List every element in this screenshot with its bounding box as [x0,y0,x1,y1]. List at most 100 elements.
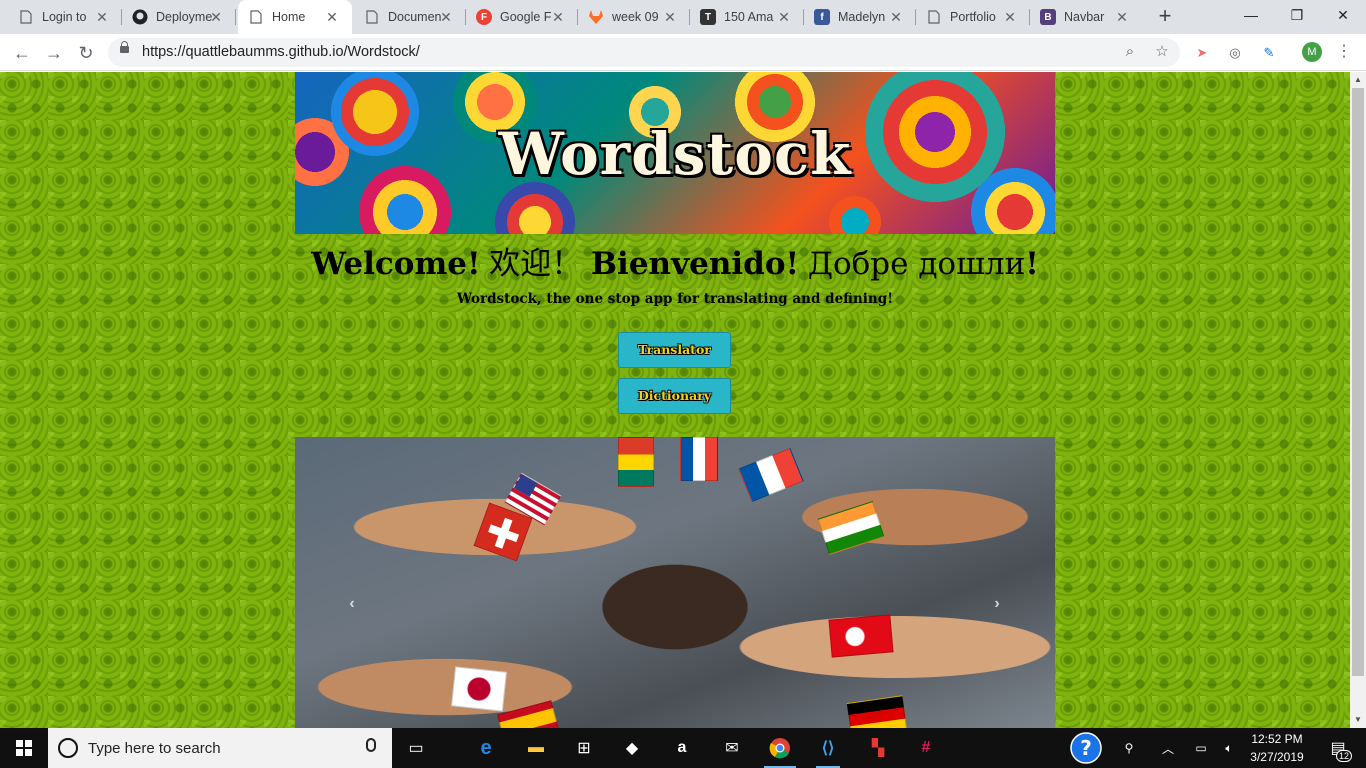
close-tab-icon[interactable]: ✕ [662,9,678,25]
t-icon: T [700,9,716,25]
dictionary-button[interactable]: Dictionary [618,378,731,414]
cortana-icon [58,738,78,758]
tagline: Wordstock, the one stop app for translat… [456,291,894,307]
cameroon-flag [618,437,654,487]
facebook-icon: f [814,9,830,25]
zoom-icon[interactable]: ⌕ [1120,42,1140,62]
browser-tab-150-ama[interactable]: T 150 Ama ✕ [690,0,804,34]
france-flag [680,437,718,481]
microphone-icon[interactable] [366,738,376,752]
germany-flag [846,695,908,728]
search-placeholder: Type here to search [88,740,221,757]
address-bar[interactable]: https://quattlebaumms.github.io/Wordstoc… [108,38,1180,67]
vscode-icon[interactable]: ⟨⟩ [808,732,848,768]
taskbar-search[interactable]: Type here to search [48,728,392,768]
welcome-en: Welcome! [311,246,481,282]
close-tab-icon[interactable]: ✕ [776,9,792,25]
page-viewport: Wordstock Welcome! 欢迎！ Bienvenido! Добре… [0,72,1350,728]
browser-tab-home[interactable]: Home ✕ [238,0,352,34]
extension-cast-icon[interactable]: ➤ [1191,42,1213,64]
windows-taskbar: Type here to search ▭ e ▬ ⊞ ◆ a ✉ ⟨⟩ ▚ #… [0,728,1366,768]
chrome-icon[interactable] [760,732,800,768]
extension-icon[interactable]: ◎ [1224,42,1246,64]
mail-icon[interactable]: ✉ [712,732,752,764]
browser-tab-week-09[interactable]: week 09 ✕ [578,0,690,34]
welcome-es: Bienvenido! [590,246,800,282]
help-icon[interactable]: ? [1068,728,1104,768]
file-explorer-icon[interactable]: ▬ [516,732,556,764]
reload-button[interactable]: ↻ [72,39,100,67]
windows-logo-icon [16,740,32,756]
welcome-ru: Добре дошли [807,246,1026,282]
scroll-thumb[interactable] [1352,88,1364,676]
github-icon [132,9,148,25]
extension-pen-icon[interactable]: ✎ [1258,42,1280,64]
show-hidden-icons[interactable]: ︿ [1158,728,1178,768]
france-flag-2 [738,447,804,503]
notification-count: 12 [1335,750,1352,762]
start-button[interactable] [0,728,48,768]
volume-icon[interactable]: 🔈︎ [1218,728,1240,768]
close-tab-icon[interactable]: ✕ [1002,9,1018,25]
profile-avatar[interactable]: M [1302,42,1322,62]
back-button[interactable]: ← [8,39,36,67]
close-tab-icon[interactable]: ✕ [324,9,340,25]
close-tab-icon[interactable]: ✕ [888,9,904,25]
lock-icon [120,41,129,53]
task-view-icon[interactable]: ▭ [396,732,436,764]
spain-flag [497,700,559,728]
banner-title: Wordstock [498,120,852,188]
browser-tab-google-fonts[interactable]: F Google F ✕ [466,0,578,34]
people-icon[interactable]: ⚲ [1116,728,1142,768]
notification-center-icon[interactable]: ▤ 12 [1320,728,1356,768]
bootstrap-icon: B [1040,9,1056,25]
close-tab-icon[interactable]: ✕ [1114,9,1130,25]
minimize-button[interactable]: — [1228,0,1274,30]
document-icon [364,9,380,25]
google-fonts-icon: F [476,9,492,25]
close-window-button[interactable]: ✕ [1320,0,1366,30]
store-icon[interactable]: ⊞ [564,732,604,764]
document-icon [248,9,264,25]
forward-button[interactable]: → [40,39,68,67]
browser-tab-portfolio[interactable]: Portfolio ✕ [916,0,1030,34]
amazon-icon[interactable]: a [662,732,702,764]
japan-flag [451,666,507,712]
welcome-ru-bang: ! [1025,246,1039,282]
india-flag [817,500,885,556]
browser-tab-madelyn[interactable]: f Madelyn ✕ [804,0,916,34]
turkey-flag [828,614,894,658]
url-text: https://quattlebaumms.github.io/Wordstoc… [142,44,420,60]
carousel-next-button[interactable]: › [987,592,1007,616]
browser-tab-login[interactable]: Login to ✕ [8,0,122,34]
close-tab-icon[interactable]: ✕ [94,9,110,25]
menu-icon[interactable]: ⋮ [1334,42,1354,62]
gitlab-icon [588,9,604,25]
app-icon[interactable]: ▚ [858,732,898,764]
translator-button[interactable]: Translator [618,332,731,368]
system-clock[interactable]: 12:52 PM 3/27/2019 [1245,730,1309,766]
battery-icon[interactable]: ▭ [1190,728,1212,768]
slack-icon[interactable]: # [906,732,946,764]
close-tab-icon[interactable]: ✕ [550,9,566,25]
tab-strip: Login to ✕ Deployme ✕ Home ✕ Documen ✕ F… [0,0,1366,34]
close-tab-icon[interactable]: ✕ [438,9,454,25]
browser-tab-documentation[interactable]: Documen ✕ [354,0,466,34]
svg-text:?: ? [1080,736,1092,760]
close-tab-icon[interactable]: ✕ [208,9,224,25]
browser-tab-navbar[interactable]: B Navbar ✕ [1030,0,1142,34]
carousel-prev-button[interactable]: ‹ [342,592,362,616]
page-scrollbar[interactable]: ▲ ▼ [1350,72,1366,728]
document-icon [926,9,942,25]
bookmark-star-icon[interactable]: ☆ [1152,42,1172,62]
browser-toolbar: ← → ↻ https://quattlebaumms.github.io/Wo… [0,34,1366,71]
scroll-up-arrow[interactable]: ▲ [1350,72,1366,88]
new-tab-button[interactable]: + [1153,5,1177,29]
scroll-down-arrow[interactable]: ▼ [1350,712,1366,728]
browser-tab-deployment[interactable]: Deployme ✕ [122,0,236,34]
edge-icon[interactable]: e [466,732,506,764]
maximize-button[interactable]: ❐ [1274,0,1320,30]
document-icon [18,9,34,25]
dropbox-icon[interactable]: ◆ [612,732,652,764]
welcome-heading: Welcome! 欢迎！ Bienvenido! Добре дошли! [0,238,1350,283]
